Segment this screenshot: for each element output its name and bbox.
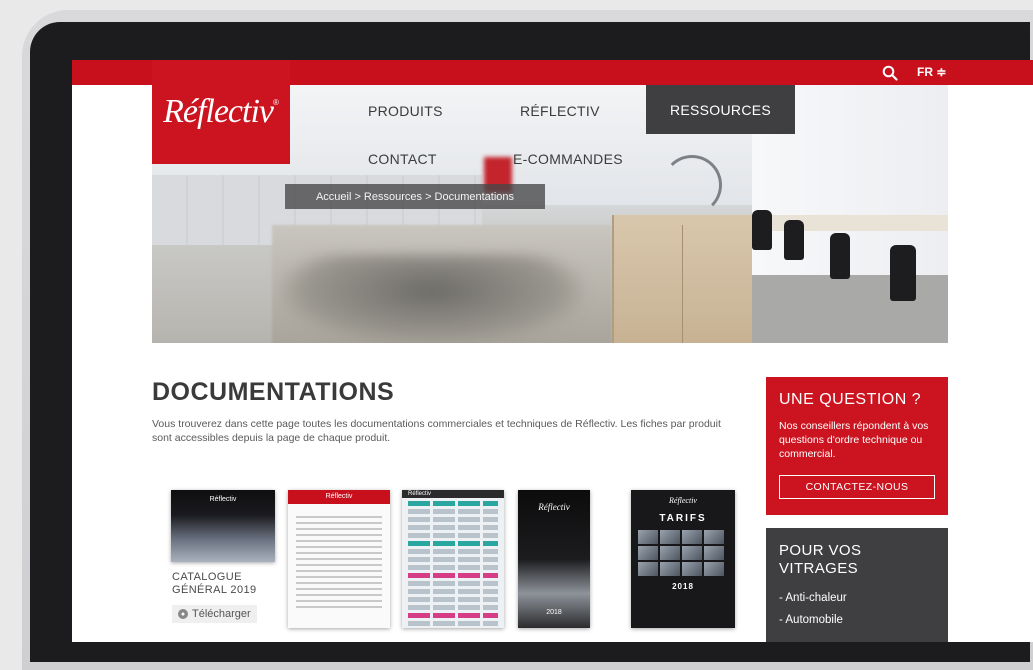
document-cover[interactable]: Réflectiv 2018: [518, 490, 590, 628]
logo-registered-mark: ®: [273, 97, 279, 107]
language-selector[interactable]: FR ≑: [917, 65, 946, 79]
question-box: UNE QUESTION ? Nos conseillers répondent…: [766, 377, 948, 515]
download-button[interactable]: ● Télécharger: [172, 605, 257, 623]
cover-image-grid: [631, 524, 735, 576]
logo-text: Réflectiv: [163, 93, 274, 130]
cover-logo: Réflectiv: [538, 502, 570, 512]
hero-chair: [830, 233, 850, 279]
search-icon[interactable]: [882, 65, 898, 81]
hero-cabinet-door: [682, 225, 683, 343]
vitrages-item-anti-chaleur[interactable]: - Anti-chaleur: [779, 592, 935, 604]
hero-chair: [752, 210, 772, 250]
cover-logo: Réflectiv: [209, 496, 237, 503]
nav-item-produits[interactable]: PRODUITS: [368, 103, 443, 119]
document-cover[interactable]: Réflectiv: [402, 490, 504, 628]
hero-floor: [752, 275, 948, 343]
hero-chair: [890, 245, 916, 301]
nav-item-e-commandes[interactable]: E-COMMANDES: [513, 151, 623, 167]
hero-staircase: [662, 155, 722, 215]
cover-year: 2018: [672, 582, 694, 591]
question-title: UNE QUESTION ?: [779, 391, 922, 408]
logo[interactable]: Réflectiv ®: [152, 60, 290, 164]
question-text: Nos conseillers répondent à vos question…: [779, 420, 929, 460]
vitrages-item-automobile[interactable]: - Automobile: [779, 614, 935, 626]
page-title: DOCUMENTATIONS: [152, 378, 395, 406]
document-cover[interactable]: Réflectiv: [288, 490, 390, 628]
cover-year: 2018: [546, 609, 562, 616]
document-cover-catalogue[interactable]: Réflectiv: [171, 490, 275, 562]
vitrages-title: POUR VOS VITRAGES: [779, 542, 935, 578]
intro-text: Vous trouverez dans cette page toutes le…: [152, 418, 721, 444]
nav-item-reflectiv[interactable]: RÉFLECTIV: [520, 103, 600, 119]
vitrages-box: POUR VOS VITRAGES - Anti-chaleur - Autom…: [766, 528, 948, 642]
contact-button[interactable]: CONTACTEZ-NOUS: [779, 475, 935, 499]
cover-logo: Réflectiv: [669, 496, 697, 505]
cover-logo: Réflectiv: [325, 493, 353, 500]
download-label: Télécharger: [192, 608, 251, 620]
vitrages-title-line: POUR VOS: [779, 542, 862, 559]
download-icon: ●: [178, 609, 188, 619]
document-caption-line: GÉNÉRAL 2019: [172, 584, 257, 596]
nav-item-ressources[interactable]: RESSOURCES: [646, 85, 795, 134]
hero-chair: [784, 220, 804, 260]
hero-counter-shadow: [282, 255, 582, 343]
breadcrumb[interactable]: Accueil > Ressources > Documentations: [285, 184, 545, 209]
document-cover-tarifs[interactable]: Réflectiv TARIFS 2018: [631, 490, 735, 628]
vitrages-title-line: VITRAGES: [779, 560, 859, 577]
cover-title: TARIFS: [659, 513, 707, 524]
browser-viewport: FR ≑ Réflectiv ® PRODUITS RÉFLECTIV RESS…: [72, 60, 1033, 642]
document-caption-line: CATALOGUE: [172, 571, 242, 583]
cover-logo: Réflectiv: [402, 490, 504, 498]
nav-item-contact[interactable]: CONTACT: [368, 151, 437, 167]
document-caption: CATALOGUE GÉNÉRAL 2019: [172, 571, 282, 597]
